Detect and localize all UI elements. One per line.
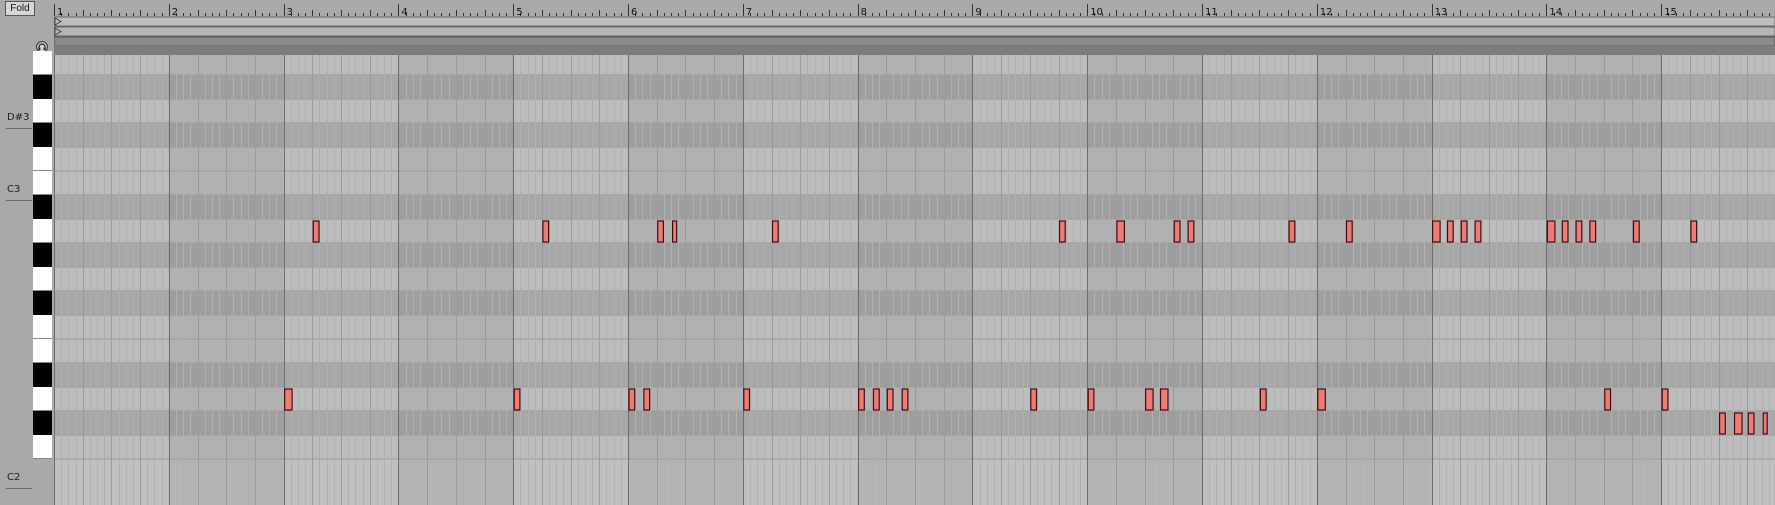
midi-note[interactable] — [1718, 412, 1726, 435]
midi-note[interactable] — [1187, 220, 1195, 243]
piano-key-d3[interactable] — [33, 99, 52, 123]
piano-key-d2[interactable] — [33, 387, 52, 411]
ruler-bar-number: 12 — [1320, 7, 1333, 18]
key-label-divider — [6, 128, 32, 129]
midi-note[interactable] — [1446, 220, 1454, 243]
midi-note[interactable] — [1733, 412, 1743, 435]
ruler-bar-number: 10 — [1090, 7, 1103, 18]
midi-note[interactable] — [1460, 220, 1468, 243]
fold-button[interactable]: Fold — [5, 1, 35, 16]
key-label-divider — [6, 488, 32, 489]
midi-note[interactable] — [1561, 220, 1569, 243]
piano-key-c3[interactable] — [33, 147, 52, 171]
midi-note[interactable] — [857, 388, 865, 411]
key-label-c2: C2 — [7, 472, 21, 483]
midi-note[interactable] — [1173, 220, 1181, 243]
midi-note[interactable] — [1604, 388, 1612, 411]
midi-note[interactable] — [1690, 220, 1698, 243]
midi-note[interactable] — [886, 388, 894, 411]
ruler-bar-number: 3 — [287, 7, 293, 18]
lane-strip — [53, 16, 1775, 27]
midi-note[interactable] — [1632, 220, 1640, 243]
piano-key-f-sharp-2[interactable] — [33, 291, 52, 315]
ruler-bar-number: 7 — [746, 7, 752, 18]
timeline-ruler[interactable]: 1 2 3 4 5 6 7 8 9 10 11 12 13 14 15 — [53, 0, 1775, 55]
key-label-c3: C3 — [7, 184, 21, 195]
midi-note[interactable] — [743, 388, 751, 411]
piano-key-c2[interactable] — [33, 435, 52, 459]
ruler-bar-number: 1 — [57, 7, 63, 18]
ruler-bar-number: 6 — [631, 7, 637, 18]
midi-note[interactable] — [542, 220, 550, 243]
piano-key-d-sharp-2[interactable] — [33, 363, 52, 387]
midi-note[interactable] — [1144, 388, 1154, 411]
midi-note[interactable] — [1747, 412, 1755, 435]
midi-note[interactable] — [1762, 412, 1768, 435]
ruler-graphic: 1 2 3 4 5 6 7 8 9 10 11 12 13 14 15 — [53, 0, 1775, 55]
piano-key-c-sharp-3[interactable] — [33, 123, 52, 147]
ruler-bar-number: 4 — [401, 7, 407, 18]
piano-key-g2[interactable] — [33, 267, 52, 291]
ruler-bar-number: 15 — [1664, 7, 1677, 18]
midi-note[interactable] — [643, 388, 651, 411]
piano-key-f2[interactable] — [33, 315, 52, 339]
ruler-bar-number: 9 — [975, 7, 981, 18]
note-grid[interactable] — [54, 55, 1775, 505]
midi-note[interactable] — [1116, 220, 1126, 243]
ruler-bar-number: 8 — [861, 7, 867, 18]
midi-note[interactable] — [872, 388, 880, 411]
midi-note[interactable] — [1087, 388, 1095, 411]
midi-note[interactable] — [628, 388, 636, 411]
midi-note[interactable] — [1259, 388, 1267, 411]
ruler-bar-number: 11 — [1205, 7, 1218, 18]
piano-key-a2[interactable] — [33, 219, 52, 243]
midi-note[interactable] — [1589, 220, 1597, 243]
key-label-d-sharp-3: D#3 — [7, 112, 30, 123]
lane-strip — [53, 36, 1775, 47]
piano-key-g-sharp-2[interactable] — [33, 243, 52, 267]
midi-note[interactable] — [1288, 220, 1296, 243]
piano-key-e3[interactable] — [33, 51, 52, 75]
piano-key-d-sharp-3[interactable] — [33, 75, 52, 99]
midi-note[interactable] — [1575, 220, 1583, 243]
piano-key-c-sharp-2[interactable] — [33, 411, 52, 435]
midi-note[interactable] — [1661, 388, 1669, 411]
midi-note[interactable] — [771, 220, 779, 243]
midi-note[interactable] — [1474, 220, 1482, 243]
midi-note[interactable] — [1030, 388, 1038, 411]
left-panel: Fold D#3 C3 C2 — [0, 0, 54, 505]
midi-note[interactable] — [1345, 220, 1353, 243]
piano-keyboard[interactable] — [33, 51, 52, 505]
piano-key-b2[interactable] — [33, 171, 52, 195]
ruler-bar-number: 13 — [1435, 7, 1448, 18]
midi-note[interactable] — [1317, 388, 1326, 411]
midi-note[interactable] — [284, 388, 293, 411]
grid-graphic[interactable] — [54, 55, 1775, 505]
ruler-bar-number: 14 — [1549, 7, 1562, 18]
ruler-bar-number: 2 — [172, 7, 178, 18]
midi-note[interactable] — [671, 220, 678, 243]
midi-note[interactable] — [513, 388, 521, 411]
piano-key-e2[interactable] — [33, 339, 52, 363]
lane-strip — [54, 47, 1775, 55]
key-label-divider — [6, 200, 32, 201]
midi-note[interactable] — [657, 220, 665, 243]
ruler-bar-number: 5 — [516, 7, 522, 18]
midi-note[interactable] — [901, 388, 909, 411]
lane-strip — [53, 26, 1775, 37]
midi-note[interactable] — [312, 220, 320, 243]
piano-key-a-sharp-2[interactable] — [33, 195, 52, 219]
midi-note[interactable] — [1058, 220, 1066, 243]
midi-note[interactable] — [1159, 388, 1169, 411]
midi-note[interactable] — [1431, 220, 1441, 243]
midi-note[interactable] — [1546, 220, 1556, 243]
